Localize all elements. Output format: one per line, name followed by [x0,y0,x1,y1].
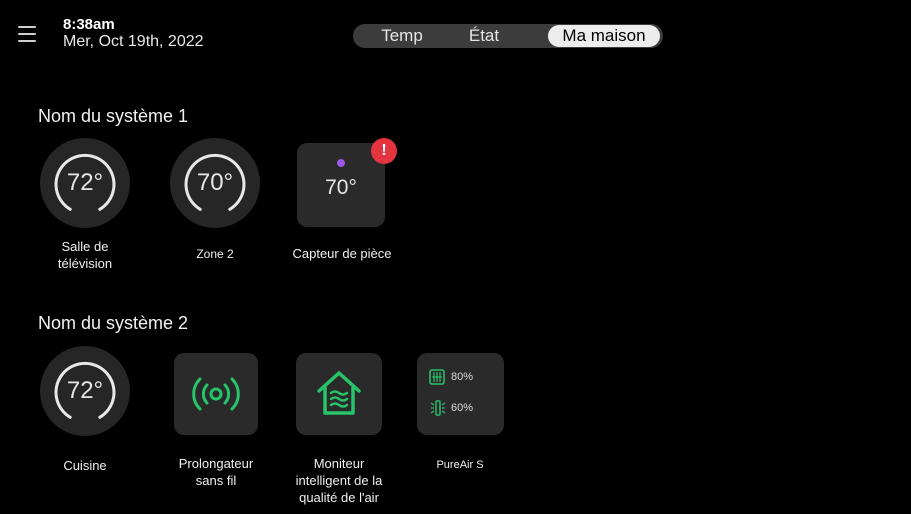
house-air-icon [317,371,361,415]
humidity-percentage: 60% [451,402,474,414]
filter-icon [429,369,445,385]
thermostat-cuisine[interactable]: 72° [40,346,130,436]
label-line: télévision [57,256,113,271]
thermostat-zone-2[interactable]: 70° [170,138,260,228]
current-time: 8:38am [63,16,115,33]
thermostat-temperature: 72° [66,169,104,196]
label-line: Prolongateur [178,456,254,471]
filter-percentage: 80% [451,371,474,383]
humidity-icon [430,400,446,416]
system-2-title: Nom du système 2 [38,313,189,333]
device-label-pureair: PureAir S [436,459,484,471]
label-line: Moniteur [313,456,365,471]
label-line: Salle de [61,239,109,254]
tab-etat[interactable]: État [457,24,511,48]
device-label-zone-2: Zone 2 [196,247,234,261]
wireless-signal-icon [192,377,240,411]
label-line: qualité de l'air [299,490,379,505]
device-label-salle-tv: Salle de télévision [35,238,135,272]
device-label-prolongateur: Prolongateur sans fil [156,455,276,489]
label-line: sans fil [195,473,237,488]
label-line: intelligent de la [295,473,383,488]
thermostat-temperature: 72° [66,377,104,404]
pureair-tile[interactable]: 80% 60% [417,353,504,435]
wireless-extender-tile[interactable] [174,353,258,435]
thermostat-temperature: 70° [196,169,234,196]
air-quality-monitor-tile[interactable] [296,353,382,435]
view-tabs: Temp État Ma maison [353,24,663,48]
sensor-status-dot [337,159,345,167]
device-label-cuisine: Cuisine [63,458,107,473]
system-1-title: Nom du système 1 [38,106,189,126]
alert-icon[interactable]: ! [371,138,397,164]
thermostat-salle-tv[interactable]: 72° [40,138,130,228]
device-label-moniteur: Moniteur intelligent de la qualité de l'… [284,455,394,506]
tab-temp[interactable]: Temp [375,24,429,48]
current-date: Mer, Oct 19th, 2022 [63,33,204,50]
device-label-capteur: Capteur de pièce [292,246,392,261]
menu-icon[interactable] [18,26,36,42]
tab-ma-maison[interactable]: Ma maison [548,25,660,47]
sensor-temperature: 70° [325,176,357,199]
